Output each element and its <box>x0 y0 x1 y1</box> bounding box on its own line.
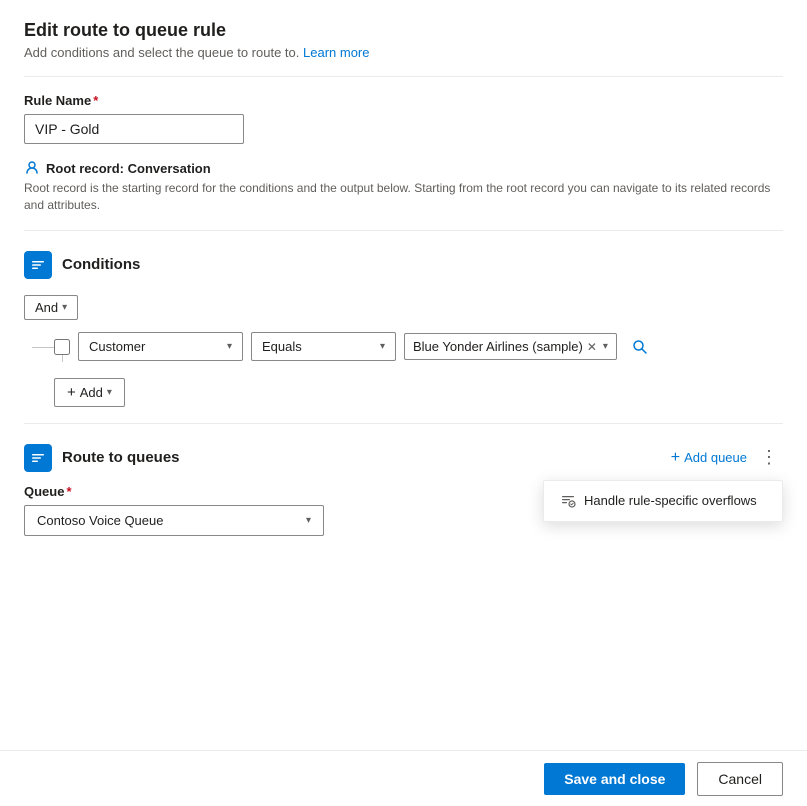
field-dropdown[interactable]: Customer ▾ <box>78 332 243 361</box>
add-queue-button[interactable]: + Add queue <box>671 449 747 467</box>
rule-name-field: Rule Name* <box>24 93 783 144</box>
queue-dropdown[interactable]: Contoso Voice Queue ▾ <box>24 505 324 536</box>
value-tag: Blue Yonder Airlines (sample) ✕ <box>413 339 597 354</box>
root-record-description: Root record is the starting record for t… <box>24 180 783 214</box>
add-chevron-icon: ▾ <box>107 387 112 398</box>
value-search-button[interactable] <box>625 332 655 362</box>
handle-overflows-menu-item[interactable]: Handle rule-specific overflows <box>544 485 782 517</box>
route-section-title: Route to queues <box>62 449 180 466</box>
rule-name-input[interactable] <box>24 114 244 144</box>
route-to-queues-section: Route to queues + Add queue ⋮ <box>24 444 783 536</box>
value-tag-close-icon[interactable]: ✕ <box>587 340 597 354</box>
page-subtitle: Add conditions and select the queue to r… <box>24 45 783 60</box>
route-icon <box>24 444 52 472</box>
add-icon: + <box>67 384 76 401</box>
overflow-icon <box>560 493 576 509</box>
learn-more-link[interactable]: Learn more <box>303 45 369 60</box>
route-section-header: Route to queues + Add queue ⋮ <box>24 444 783 472</box>
operator-chevron-icon: ▾ <box>380 341 385 352</box>
cancel-button[interactable]: Cancel <box>697 762 783 796</box>
overflow-dropdown-menu: Handle rule-specific overflows <box>543 480 783 522</box>
and-dropdown[interactable]: And ▾ <box>24 295 78 320</box>
condition-horizontal-line <box>32 347 54 348</box>
add-queue-plus-icon: + <box>671 449 680 467</box>
divider-2 <box>24 230 783 231</box>
route-actions-group: + Add queue ⋮ <box>671 444 783 472</box>
conditions-icon <box>24 251 52 279</box>
conditions-title: Conditions <box>62 256 140 273</box>
condition-row: Customer ▾ Equals ▾ Blue Yonder Airlines… <box>54 332 783 362</box>
field-chevron-icon: ▾ <box>227 341 232 352</box>
add-condition-button[interactable]: + Add ▾ <box>54 378 125 407</box>
footer-bar: Save and close Cancel <box>0 750 807 806</box>
value-chevron-icon: ▾ <box>603 341 608 352</box>
page-title: Edit route to queue rule <box>24 20 783 41</box>
save-and-close-button[interactable]: Save and close <box>544 763 685 795</box>
root-record-section: Root record: Conversation Root record is… <box>24 160 783 214</box>
conditions-section: Conditions And ▾ Customer ▾ Equals ▾ <box>24 251 783 424</box>
root-record-icon <box>24 160 40 176</box>
route-section-actions: + Add queue ⋮ Ha <box>671 444 783 472</box>
route-section-left: Route to queues <box>24 444 180 472</box>
root-record-header: Root record: Conversation <box>24 160 783 176</box>
root-record-label: Root record: Conversation <box>46 161 211 176</box>
rule-name-label: Rule Name* <box>24 93 783 108</box>
operator-dropdown[interactable]: Equals ▾ <box>251 332 396 361</box>
value-field[interactable]: Blue Yonder Airlines (sample) ✕ ▾ <box>404 333 617 360</box>
and-chevron-icon: ▾ <box>62 302 67 313</box>
conditions-section-header: Conditions <box>24 251 783 279</box>
queue-chevron-icon: ▾ <box>306 515 311 526</box>
divider-1 <box>24 76 783 77</box>
more-options-button[interactable]: ⋮ <box>755 444 783 472</box>
condition-checkbox[interactable] <box>54 339 70 355</box>
